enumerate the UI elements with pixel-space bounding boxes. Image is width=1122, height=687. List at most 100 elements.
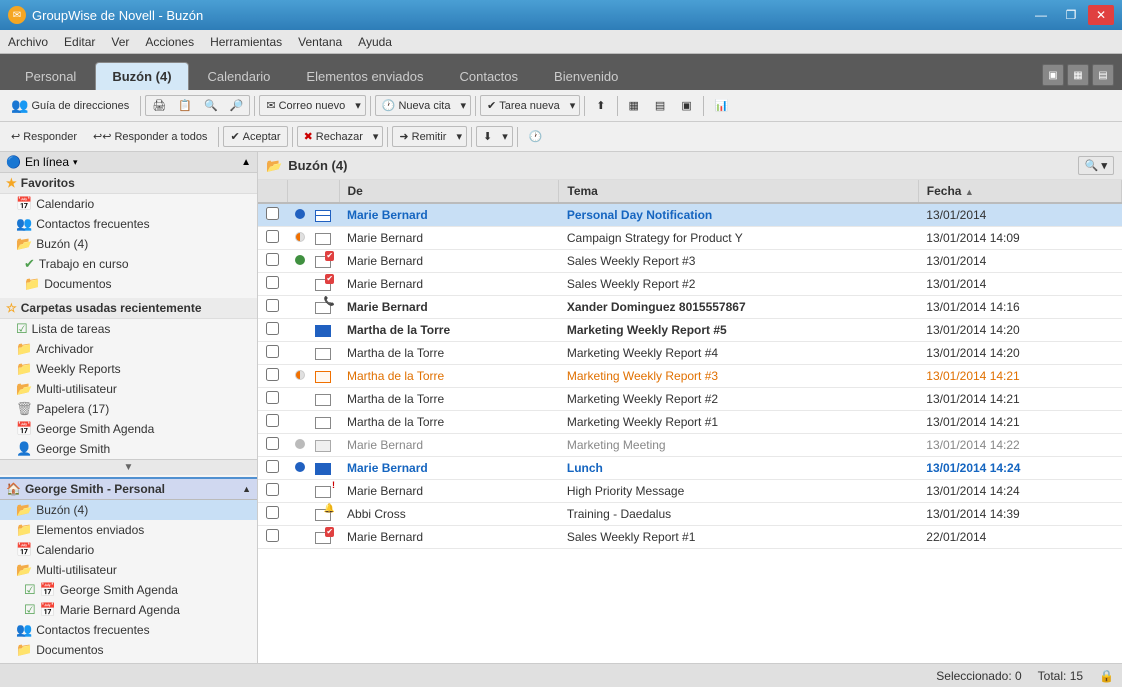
new-task-dropdown[interactable]: ▾ <box>566 96 580 115</box>
personal-collapse-icon[interactable]: ▲ <box>242 484 251 494</box>
row-subject[interactable]: Marketing Weekly Report #2 <box>559 388 918 411</box>
col-checkbox[interactable] <box>258 180 287 203</box>
sidebar-collapse-icon[interactable]: ▲ <box>241 157 251 168</box>
sidebar-item-archivador[interactable]: 📁 Archivador <box>0 339 257 359</box>
tab-elementos-enviados[interactable]: Elementos enviados <box>289 62 440 90</box>
col-from[interactable]: De <box>339 180 559 203</box>
row-from[interactable]: Marie Bernard <box>339 227 559 250</box>
forward-button[interactable]: ➜ Remitir <box>393 127 452 146</box>
row-subject[interactable]: Marketing Meeting <box>559 434 918 457</box>
restore-button[interactable]: ❐ <box>1058 5 1084 25</box>
row-subject[interactable]: Xander Dominguez 8015557867 <box>559 296 918 319</box>
row-checkbox[interactable] <box>258 319 287 342</box>
decline-button[interactable]: ✖ Rechazar <box>298 127 369 146</box>
row-checkbox[interactable] <box>258 388 287 411</box>
row-checkbox[interactable] <box>258 457 287 480</box>
clock-button[interactable]: 🕐 <box>522 126 550 147</box>
row-from[interactable]: Martha de la Torre <box>339 388 559 411</box>
sidebar-item-buzon-fav[interactable]: 📂 Buzón (4) <box>0 234 257 254</box>
tab-contactos[interactable]: Contactos <box>442 62 535 90</box>
row-checkbox[interactable] <box>258 203 287 227</box>
menu-editar[interactable]: Editar <box>56 33 103 51</box>
decline-dropdown[interactable]: ▾ <box>369 127 383 146</box>
email-checkbox[interactable] <box>266 529 279 542</box>
row-subject[interactable]: Marketing Weekly Report #4 <box>559 342 918 365</box>
sidebar-item-george-agenda-personal[interactable]: ☑ 📅 George Smith Agenda <box>0 580 257 600</box>
view-btn2[interactable]: ▤ <box>648 95 672 116</box>
col-subject[interactable]: Tema <box>559 180 918 203</box>
email-checkbox[interactable] <box>266 299 279 312</box>
menu-ver[interactable]: Ver <box>103 33 137 51</box>
row-from[interactable]: Marie Bernard <box>339 480 559 503</box>
sidebar-item-marie-agenda-personal[interactable]: ☑ 📅 Marie Bernard Agenda <box>0 600 257 620</box>
forward-dropdown[interactable]: ▾ <box>452 127 466 146</box>
row-from[interactable]: Marie Bernard <box>339 203 559 227</box>
icon-btn-2[interactable]: 📋 <box>172 96 198 115</box>
icon-btn-4[interactable]: 🔎 <box>224 96 250 115</box>
row-checkbox[interactable] <box>258 526 287 549</box>
sidebar-item-multi-utilisateur[interactable]: 📂 Multi-utilisateur <box>0 379 257 399</box>
sidebar-item-lista-tareas-personal[interactable]: ☑ Lista de tareas <box>0 660 257 663</box>
row-checkbox[interactable] <box>258 273 287 296</box>
sidebar-item-buzon-personal[interactable]: 📂 Buzón (4) <box>0 500 257 520</box>
row-from[interactable]: Martha de la Torre <box>339 319 559 342</box>
row-subject[interactable]: Lunch <box>559 457 918 480</box>
table-row[interactable]: ! Marie Bernard High Priority Message 13… <box>258 480 1122 503</box>
menu-ayuda[interactable]: Ayuda <box>350 33 400 51</box>
table-row[interactable]: ✔ Marie Bernard Sales Weekly Report #2 1… <box>258 273 1122 296</box>
close-button[interactable]: ✕ <box>1088 5 1114 25</box>
col-icon[interactable] <box>287 180 339 203</box>
row-subject[interactable]: Sales Weekly Report #3 <box>559 250 918 273</box>
tab-icon-2[interactable]: ▦ <box>1067 64 1089 86</box>
sidebar-item-multi-personal[interactable]: 📂 Multi-utilisateur <box>0 560 257 580</box>
sidebar-item-contactos-personal[interactable]: 👥 Contactos frecuentes <box>0 620 257 640</box>
row-from[interactable]: Marie Bernard <box>339 296 559 319</box>
email-checkbox[interactable] <box>266 437 279 450</box>
sidebar-item-contactos-frecuentes-fav[interactable]: 👥 Contactos frecuentes <box>0 214 257 234</box>
row-subject[interactable]: Campaign Strategy for Product Y <box>559 227 918 250</box>
online-status[interactable]: 🔵 En línea ▾ <box>6 155 78 169</box>
sidebar-item-documentos-fav[interactable]: 📁 Documentos <box>0 274 257 294</box>
table-row[interactable]: Marie Bernard Personal Day Notification … <box>258 203 1122 227</box>
row-subject[interactable]: Sales Weekly Report #2 <box>559 273 918 296</box>
row-from[interactable]: Martha de la Torre <box>339 411 559 434</box>
view-btn1[interactable]: ▦ <box>622 95 646 116</box>
archive-dropdown[interactable]: ▾ <box>498 127 512 146</box>
email-checkbox[interactable] <box>266 368 279 381</box>
accept-button[interactable]: ✔ Aceptar <box>224 127 286 146</box>
new-cita-button[interactable]: 🕐 Nueva cita <box>376 96 457 115</box>
email-checkbox[interactable] <box>266 506 279 519</box>
row-from[interactable]: Marie Bernard <box>339 250 559 273</box>
scroll-down-btn[interactable]: ▼ <box>0 459 257 475</box>
tab-personal[interactable]: Personal <box>8 62 93 90</box>
new-mail-dropdown[interactable]: ▾ <box>351 96 365 115</box>
row-checkbox[interactable] <box>258 365 287 388</box>
table-row[interactable]: 📞 Marie Bernard Xander Dominguez 8015557… <box>258 296 1122 319</box>
sidebar-item-enviados-personal[interactable]: 📁 Elementos enviados <box>0 520 257 540</box>
table-row[interactable]: ✔ Marie Bernard Sales Weekly Report #3 1… <box>258 250 1122 273</box>
minimize-button[interactable]: — <box>1028 5 1054 25</box>
table-row[interactable]: ✔ Marie Bernard Sales Weekly Report #1 2… <box>258 526 1122 549</box>
email-list[interactable]: De Tema Fecha ▲ Marie Bernard Personal D… <box>258 180 1122 663</box>
sidebar-item-papelera[interactable]: 🗑 Papelera (17) <box>0 399 257 419</box>
row-checkbox[interactable] <box>258 227 287 250</box>
table-row[interactable]: Marie Bernard Marketing Meeting 13/01/20… <box>258 434 1122 457</box>
email-checkbox[interactable] <box>266 414 279 427</box>
tab-icon-1[interactable]: ▣ <box>1042 64 1064 86</box>
tab-bienvenido[interactable]: Bienvenido <box>537 62 635 90</box>
table-row[interactable]: Marie Bernard Campaign Strategy for Prod… <box>258 227 1122 250</box>
row-checkbox[interactable] <box>258 503 287 526</box>
content-search-button[interactable]: 🔍 ▾ <box>1078 156 1114 175</box>
chart-button[interactable]: 📊 <box>708 95 736 116</box>
row-checkbox[interactable] <box>258 434 287 457</box>
table-row[interactable]: Martha de la Torre Marketing Weekly Repo… <box>258 319 1122 342</box>
row-checkbox[interactable] <box>258 411 287 434</box>
row-checkbox[interactable] <box>258 250 287 273</box>
email-checkbox[interactable] <box>266 253 279 266</box>
sidebar-item-lista-tareas[interactable]: ☑ Lista de tareas <box>0 319 257 339</box>
table-row[interactable]: Martha de la Torre Marketing Weekly Repo… <box>258 342 1122 365</box>
row-subject[interactable]: Marketing Weekly Report #1 <box>559 411 918 434</box>
sidebar-item-calendario-personal[interactable]: 📅 Calendario <box>0 540 257 560</box>
icon-btn-3[interactable]: 🔍 <box>198 96 224 115</box>
reply-button[interactable]: ↩ Responder <box>4 126 84 147</box>
